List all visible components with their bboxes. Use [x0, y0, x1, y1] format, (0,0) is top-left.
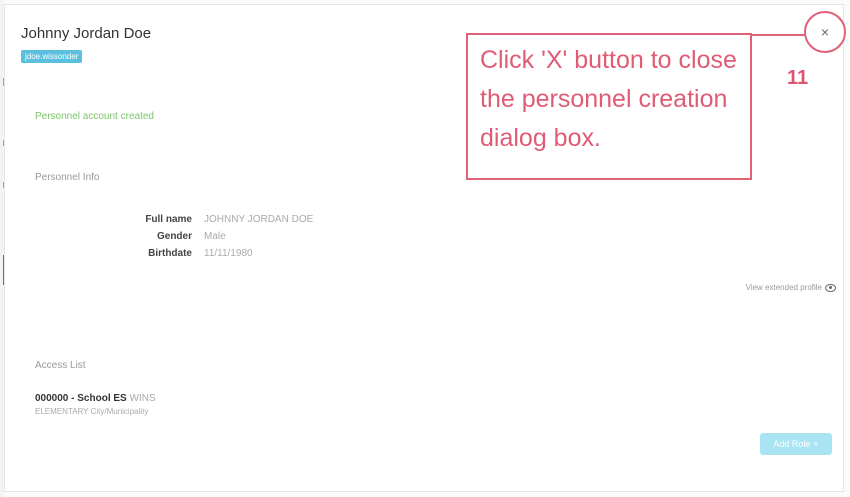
success-message: Personnel account created	[35, 111, 154, 122]
info-label: Full name	[145, 214, 192, 225]
dialog-title: Johnny Jordan Doe	[21, 25, 152, 42]
school-name: 000000 - School ES	[35, 393, 127, 404]
info-row-gender: Gender Male	[95, 228, 313, 245]
info-row-birthdate: Birthdate 11/11/1980	[95, 245, 313, 262]
callout-connector	[752, 34, 805, 36]
info-value: Male	[204, 231, 226, 242]
info-label: Gender	[156, 231, 192, 242]
school-subtitle: ELEMENTARY City/Municipality	[35, 407, 149, 416]
eye-icon	[825, 283, 836, 292]
view-extended-profile-link[interactable]: View extended profile	[746, 283, 836, 292]
close-icon: ×	[820, 24, 830, 40]
personnel-info-table: Full name JOHNNY JORDAN DOE Gender Male …	[95, 211, 313, 262]
plus-icon: +	[813, 439, 819, 449]
access-list-heading: Access List	[35, 360, 86, 371]
info-value: JOHNNY JORDAN DOE	[204, 214, 314, 225]
info-value: 11/11/1980	[204, 248, 253, 259]
username-badge: jdoe.wissonder	[21, 50, 83, 63]
personnel-info-heading: Personnel Info	[35, 172, 100, 183]
add-role-button[interactable]: Add Role +	[760, 433, 832, 455]
extended-profile-label: View extended profile	[745, 283, 822, 292]
instruction-callout: Click 'X' button to close the personnel …	[466, 33, 752, 180]
add-role-label: Add Role	[773, 439, 811, 449]
school-name-rest: WINS	[129, 393, 156, 404]
step-number: 11	[787, 67, 809, 89]
info-row-full-name: Full name JOHNNY JORDAN DOE	[95, 211, 313, 228]
access-list-item: 000000 - School ES WINS ELEMENTARY City/…	[35, 393, 156, 416]
close-button[interactable]: ×	[804, 11, 846, 53]
info-label: Birthdate	[148, 248, 192, 259]
